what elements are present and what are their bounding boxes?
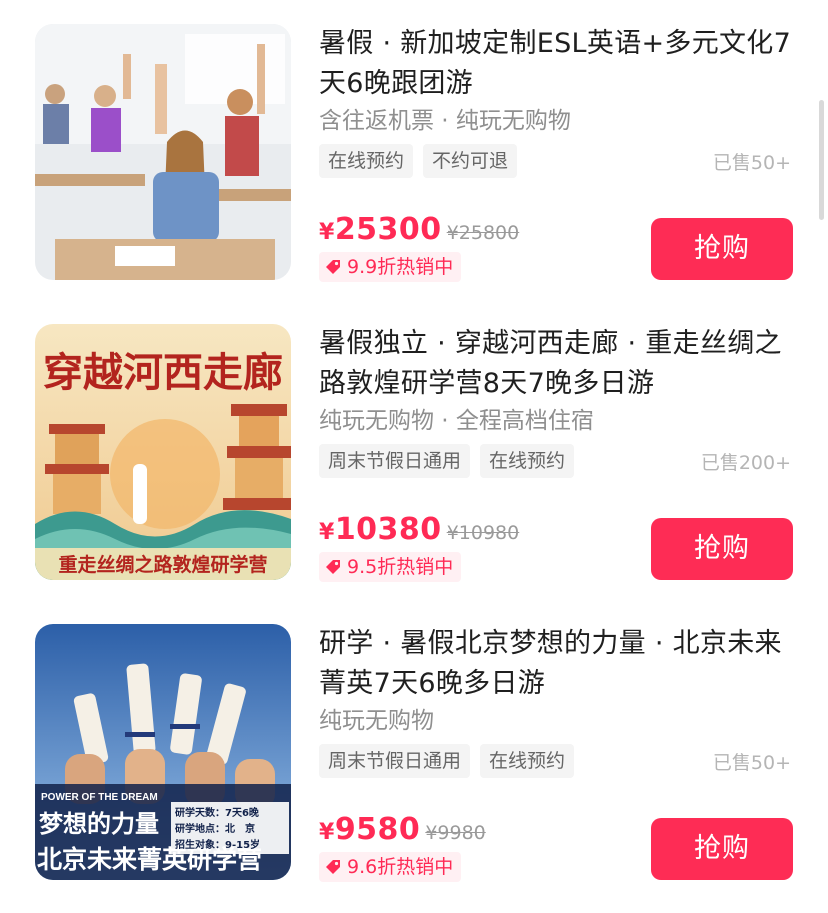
- price-row: ¥10380 ¥10980: [319, 512, 519, 547]
- product-image-classroom[interactable]: [35, 24, 291, 280]
- product-card[interactable]: 暑假 · 新加坡定制ESL英语+多元文化7天6晚跟团游 含往返机票 · 纯玩无购…: [0, 0, 828, 300]
- image-info-1: 研学天数：7天6晚: [175, 806, 259, 819]
- product-subtitle: 纯玩无购物: [319, 708, 434, 734]
- image-info-2: 研学地点：北 京: [175, 822, 255, 835]
- image-english-text: POWER OF THE DREAM: [41, 792, 158, 803]
- product-title[interactable]: 研学 · 暑假北京梦想的力量 · 北京未来菁英7天6晚多日游: [319, 624, 809, 704]
- product-card[interactable]: 穿越河西走廊 重走丝绸之路敦煌研学营 暑假独立 · 穿越河西走廊 · 重走丝绸之…: [0, 300, 828, 600]
- product-card[interactable]: POWER OF THE DREAM 梦想的力量 北京未来菁英研学营 研学天数：…: [0, 600, 828, 900]
- image-info-3: 招生对象：9-15岁: [175, 838, 260, 851]
- product-tags: 在线预约 不约可退: [319, 144, 518, 178]
- product-info: 暑假 · 新加坡定制ESL英语+多元文化7天6晚跟团游 含往返机票 · 纯玩无购…: [319, 24, 809, 284]
- product-title[interactable]: 暑假 · 新加坡定制ESL英语+多元文化7天6晚跟团游: [319, 24, 809, 104]
- buy-button[interactable]: 抢购: [651, 218, 793, 280]
- original-price: ¥25800: [446, 222, 520, 244]
- promo-badge: 9.6折热销中: [319, 852, 462, 882]
- tag: 在线预约: [319, 144, 414, 178]
- product-image-dunhuang[interactable]: 穿越河西走廊 重走丝绸之路敦煌研学营: [35, 324, 291, 580]
- product-tags: 周末节假日通用 在线预约: [319, 444, 575, 478]
- sold-count: 已售50+: [712, 752, 791, 774]
- original-price: ¥9980: [425, 822, 486, 844]
- product-tags: 周末节假日通用 在线预约: [319, 744, 575, 778]
- product-subtitle: 纯玩无购物 · 全程高档住宿: [319, 408, 594, 434]
- promo-badge: 9.5折热销中: [319, 552, 462, 582]
- promo-badge: 9.9折热销中: [319, 252, 462, 282]
- price-row: ¥25300 ¥25800: [319, 212, 519, 247]
- buy-button[interactable]: 抢购: [651, 818, 793, 880]
- price-tag-icon: [326, 860, 340, 874]
- tag: 在线预约: [480, 444, 575, 478]
- product-info: 研学 · 暑假北京梦想的力量 · 北京未来菁英7天6晚多日游 纯玩无购物 周末节…: [319, 624, 809, 884]
- buy-button[interactable]: 抢购: [651, 518, 793, 580]
- product-info: 暑假独立 · 穿越河西走廊 · 重走丝绸之路敦煌研学营8天7晚多日游 纯玩无购物…: [319, 324, 809, 584]
- banner-caption-text: 重走丝绸之路敦煌研学营: [58, 553, 267, 576]
- banner-title-text: 穿越河西走廊: [43, 349, 283, 396]
- price-row: ¥9580 ¥9980: [319, 812, 486, 847]
- current-price: ¥25300: [319, 212, 442, 247]
- tag: 周末节假日通用: [319, 744, 471, 778]
- product-subtitle: 含往返机票 · 纯玩无购物: [319, 108, 571, 134]
- current-price: ¥10380: [319, 512, 442, 547]
- current-price: ¥9580: [319, 812, 421, 847]
- tag: 在线预约: [480, 744, 575, 778]
- price-tag-icon: [326, 560, 340, 574]
- product-title[interactable]: 暑假独立 · 穿越河西走廊 · 重走丝绸之路敦煌研学营8天7晚多日游: [319, 324, 809, 404]
- sold-count: 已售200+: [700, 452, 791, 474]
- tag: 周末节假日通用: [319, 444, 471, 478]
- price-tag-icon: [326, 260, 340, 274]
- product-image-beijing[interactable]: POWER OF THE DREAM 梦想的力量 北京未来菁英研学营 研学天数：…: [35, 624, 291, 880]
- tag: 不约可退: [423, 144, 518, 178]
- original-price: ¥10980: [446, 522, 520, 544]
- sold-count: 已售50+: [712, 152, 791, 174]
- image-caption-1: 梦想的力量: [39, 810, 159, 838]
